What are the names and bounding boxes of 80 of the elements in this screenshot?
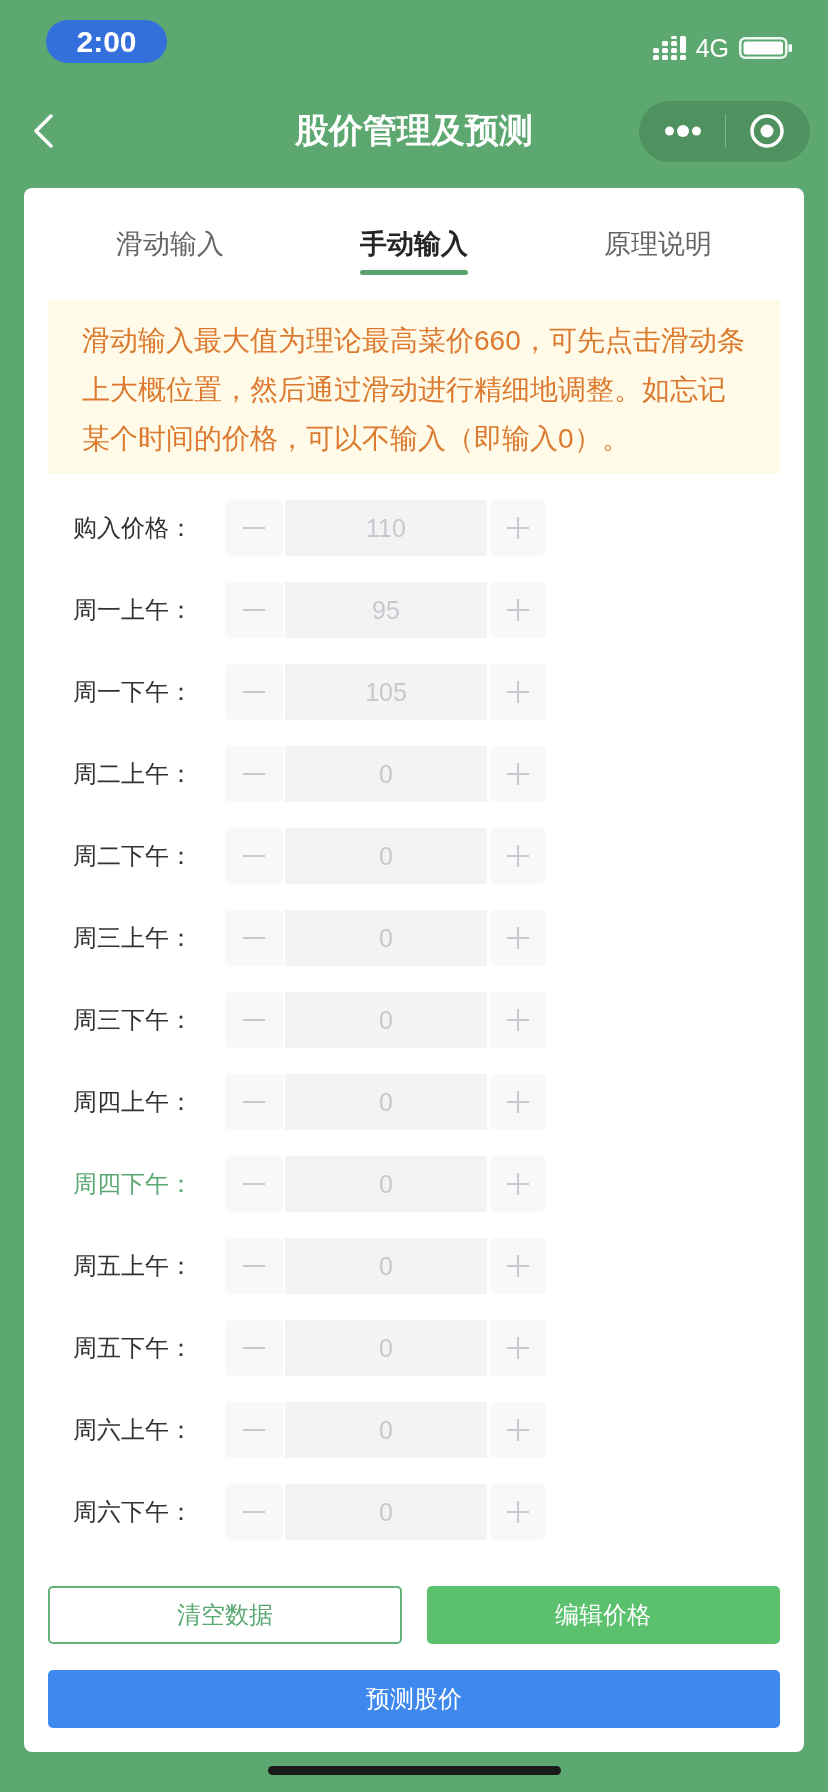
increment-button[interactable] <box>490 746 546 802</box>
plus-icon <box>507 1501 529 1523</box>
minus-icon <box>243 773 265 775</box>
minus-icon <box>243 1429 265 1431</box>
decrement-button[interactable] <box>225 746 283 802</box>
decrement-button[interactable] <box>225 1402 283 1458</box>
increment-button[interactable] <box>490 664 546 720</box>
plus-icon <box>507 599 529 621</box>
decrement-button[interactable] <box>225 828 283 884</box>
page-title: 股价管理及预测 <box>295 110 533 151</box>
action-button[interactable]: 清空数据 <box>48 1586 402 1644</box>
decrement-button[interactable] <box>225 582 283 638</box>
tab[interactable]: 手动输入 <box>353 226 475 275</box>
minus-icon <box>243 1511 265 1513</box>
plus-icon <box>507 1255 529 1277</box>
minus-icon <box>243 1347 265 1349</box>
minus-icon <box>243 1101 265 1103</box>
plus-icon <box>507 1419 529 1441</box>
decrement-button[interactable] <box>225 910 283 966</box>
tab[interactable]: 滑动输入 <box>109 226 231 275</box>
increment-button[interactable] <box>490 1320 546 1376</box>
increment-button[interactable] <box>490 910 546 966</box>
minus-icon <box>243 609 265 611</box>
plus-icon <box>507 845 529 867</box>
minus-icon <box>243 691 265 693</box>
decrement-button[interactable] <box>225 1074 283 1130</box>
increment-button[interactable] <box>490 992 546 1048</box>
increment-button[interactable] <box>490 1484 546 1540</box>
decrement-button[interactable] <box>225 1238 283 1294</box>
plus-icon <box>507 927 529 949</box>
row-label: 周六上午： <box>73 1415 194 1445</box>
decrement-button[interactable] <box>225 1320 283 1376</box>
row-label: 购入价格： <box>73 513 194 543</box>
row-label: 周五下午： <box>73 1333 194 1363</box>
action-button[interactable]: 编辑价格 <box>426 1586 780 1644</box>
battery-icon <box>739 37 792 59</box>
network-label: 4G <box>695 36 729 60</box>
minus-icon <box>243 937 265 939</box>
plus-icon <box>507 763 529 785</box>
row-label: 周五上午： <box>73 1251 194 1281</box>
plus-icon <box>507 1009 529 1031</box>
minus-icon <box>243 1019 265 1021</box>
more-icon[interactable] <box>665 125 701 137</box>
decrement-button[interactable] <box>225 1484 283 1540</box>
row-label: 周一上午： <box>73 595 194 625</box>
minus-icon <box>243 1183 265 1185</box>
row-label: 周三上午： <box>73 923 194 953</box>
increment-button[interactable] <box>490 1074 546 1130</box>
target-icon[interactable] <box>750 114 784 148</box>
row-label: 周二上午： <box>73 759 194 789</box>
decrement-button[interactable] <box>225 664 283 720</box>
status-time: 2:00 <box>46 20 167 63</box>
plus-icon <box>507 517 529 539</box>
decrement-button[interactable] <box>225 500 283 556</box>
signal-icon <box>652 36 686 60</box>
plus-icon <box>507 1337 529 1359</box>
row-label: 周二下午： <box>73 841 194 871</box>
row-label: 周六下午： <box>73 1497 194 1527</box>
decrement-button[interactable] <box>225 1156 283 1212</box>
increment-button[interactable] <box>490 1156 546 1212</box>
decrement-button[interactable] <box>225 992 283 1048</box>
minus-icon <box>243 527 265 529</box>
row-label: 周四上午： <box>73 1087 194 1117</box>
plus-icon <box>507 681 529 703</box>
increment-button[interactable] <box>490 500 546 556</box>
back-icon[interactable] <box>33 114 53 148</box>
minus-icon <box>243 1265 265 1267</box>
plus-icon <box>507 1173 529 1195</box>
tab[interactable]: 原理说明 <box>597 226 719 275</box>
plus-icon <box>507 1091 529 1113</box>
minus-icon <box>243 855 265 857</box>
increment-button[interactable] <box>490 1402 546 1458</box>
increment-button[interactable] <box>490 828 546 884</box>
action-button[interactable]: 预测股价 <box>48 1670 780 1728</box>
row-label: 周三下午： <box>73 1005 194 1035</box>
increment-button[interactable] <box>490 582 546 638</box>
row-label: 周一下午： <box>73 677 194 707</box>
notice-text: 滑动输入最大值为理论最高菜价660，可先点击滑动条上大概位置，然后通过滑动进行精细地调整。如忘记某个时间的价格，可以不输入（即输入0）。 <box>82 324 746 456</box>
increment-button[interactable] <box>490 1238 546 1294</box>
row-label: 周四下午： <box>73 1169 194 1199</box>
